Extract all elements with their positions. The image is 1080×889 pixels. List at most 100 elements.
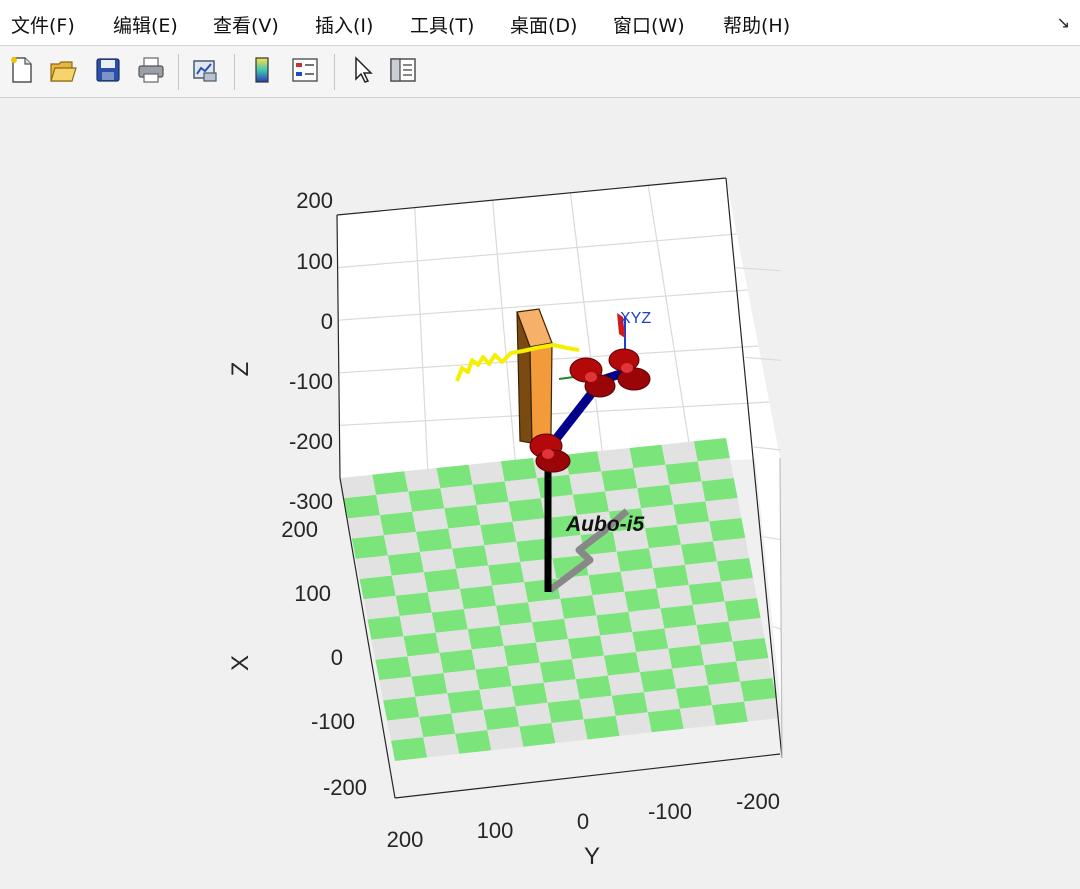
floor-tile [712, 701, 748, 726]
menu-desktop[interactable]: 桌面(D) [510, 11, 577, 38]
floor-tile [444, 505, 481, 529]
floor-tile [456, 565, 493, 589]
floor-tile [539, 659, 576, 683]
floor-tile [604, 652, 640, 676]
floor-tile [681, 541, 717, 565]
floor-tile [579, 695, 616, 720]
floor-tile [467, 625, 504, 650]
floor-tile [423, 733, 460, 758]
floor-tile [411, 673, 448, 697]
floor-tile [708, 681, 745, 706]
floor-tile [660, 605, 697, 629]
floor-tile [476, 501, 513, 526]
floor-tile [471, 646, 508, 670]
menu-window[interactable]: 窗口(W) [613, 11, 685, 38]
floor-tile [460, 585, 496, 610]
floor-tile [720, 578, 757, 602]
x-tick: 0 [331, 645, 343, 670]
floor-tile [669, 481, 706, 505]
floor-tile [732, 638, 769, 662]
floor-tile [427, 589, 464, 613]
floor-tile [435, 629, 472, 653]
robot-3d-plot[interactable]: 200 100 0 -100 -200 -300 Z 200 100 0 -10… [0, 98, 1080, 889]
y-tick: 0 [577, 809, 589, 834]
floor-tile [596, 611, 633, 636]
floor-tile [387, 552, 424, 576]
floor-tile [713, 538, 750, 562]
toolbar-separator [234, 54, 235, 90]
floor-tile [404, 468, 441, 492]
orange-box [516, 308, 553, 444]
floor-tile [643, 688, 680, 713]
menu-help[interactable]: 帮助(H) [723, 11, 790, 38]
floor-tile [633, 464, 670, 489]
floor-tile [672, 665, 709, 689]
floor-tile [652, 564, 689, 589]
menu-edit[interactable]: 编辑(E) [113, 11, 178, 38]
floor-tile [532, 618, 568, 643]
floor-tile [684, 561, 721, 585]
floor-tile [391, 572, 428, 596]
floor-tile [487, 726, 524, 751]
menu-file[interactable]: 文件(F) [11, 11, 75, 38]
menu-tools[interactable]: 工具(T) [410, 11, 474, 38]
colorbar-icon[interactable] [247, 55, 277, 85]
floor-tile [592, 591, 629, 616]
z-tick-labels: 200 100 0 -100 -200 -300 [289, 188, 333, 514]
floor-tile [697, 458, 734, 482]
dock-arrow-icon[interactable]: ↘ [1057, 13, 1070, 32]
floor-tile [605, 488, 642, 512]
link-plot-icon[interactable] [190, 55, 220, 85]
floor-tile [645, 524, 681, 549]
floor-tile [355, 555, 392, 580]
save-icon[interactable] [93, 55, 123, 85]
floor-tile [668, 645, 705, 669]
floor-tile [629, 444, 666, 469]
floor-tile [575, 675, 612, 700]
floor-tile [439, 649, 476, 674]
floor-tile [664, 625, 701, 649]
floor-tile [677, 521, 714, 545]
floor-tile [452, 545, 489, 569]
floor-tile [447, 689, 484, 714]
floor-tile [528, 598, 565, 623]
floor-tile [496, 602, 532, 626]
floor-tile [407, 652, 444, 677]
print-icon[interactable] [136, 55, 166, 85]
floor-tile [616, 548, 653, 572]
legend-icon[interactable] [290, 55, 320, 85]
floor-tile [475, 666, 512, 690]
floor-tile [391, 737, 428, 761]
edit-pointer-icon[interactable] [347, 55, 377, 85]
floor-tile [673, 501, 710, 525]
open-file-icon[interactable] [48, 55, 78, 85]
floor-tile [503, 642, 540, 667]
floor-tile [423, 568, 460, 593]
floor-tile [543, 679, 580, 703]
floor-tile [371, 636, 408, 660]
floor-tile [387, 717, 424, 741]
floor-tile [347, 515, 384, 539]
floor-tile [620, 568, 657, 592]
floor-tile [375, 656, 412, 681]
new-figure-icon[interactable] [6, 55, 36, 85]
floor-tile [705, 498, 742, 522]
floor-tile [436, 464, 473, 489]
floor-tile [515, 702, 552, 727]
floor-tile [395, 592, 432, 616]
z-tick: 0 [321, 309, 333, 334]
floor-tile [536, 474, 573, 499]
floor-tile [372, 471, 409, 495]
floor-tile [376, 491, 413, 516]
robot-name-label: Aubo-i5 [565, 513, 644, 536]
property-inspector-icon[interactable] [388, 55, 418, 85]
menu-insert[interactable]: 插入(I) [315, 11, 373, 38]
z-tick: -300 [289, 489, 333, 514]
floor-tile [420, 548, 457, 573]
menu-view[interactable]: 查看(V) [213, 11, 279, 38]
floor-tile [564, 615, 601, 639]
floor-tile [403, 632, 440, 657]
floor-tile [500, 458, 537, 482]
floor-tile [601, 468, 638, 492]
floor-tile [648, 544, 685, 569]
